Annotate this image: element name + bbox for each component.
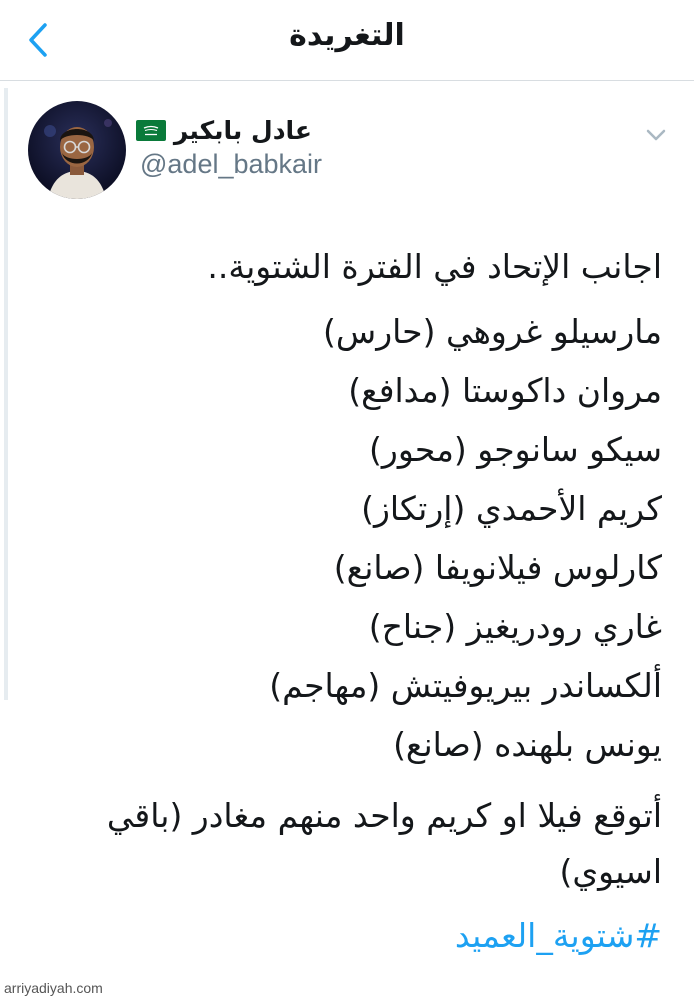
player-item: سيكو سانوجو (محور) (369, 430, 662, 469)
tweet-closing: أتوقع فيلا او كريم واحد منهم مغادر (باقي… (106, 796, 662, 891)
player-item: يونس بلهنده (صانع) (393, 725, 662, 764)
player-item: كريم الأحمدي (إرتكاز) (361, 489, 662, 528)
saudi-flag-icon (135, 120, 166, 141)
tweet-text: اجانب الإتحاد في الفترة الشتوية.. مارسيل… (22, 240, 662, 964)
avatar-image (28, 101, 126, 199)
author-display-name-row[interactable]: عادل بابكير (135, 116, 312, 145)
chevron-down-icon (646, 129, 666, 141)
top-bar: التغريدة (0, 0, 694, 81)
player-item: كارلوس فيلانويفا (صانع) (333, 548, 662, 587)
more-options-button[interactable] (642, 122, 670, 148)
tweet-intro: اجانب الإتحاد في الفترة الشتوية.. (207, 247, 662, 286)
player-item: مروان داكوستا (مدافع) (348, 371, 662, 410)
watermark: arriyadiyah.com (4, 980, 103, 996)
player-item: ألكساندر بيريوفيتش (مهاجم) (269, 666, 662, 705)
player-item: غاري رودريغيز (جناح) (368, 607, 662, 646)
thread-rule (4, 88, 8, 700)
page-title: التغريدة (289, 18, 405, 53)
player-item: مارسيلو غروهي (حارس) (323, 312, 662, 351)
avatar[interactable] (28, 101, 126, 199)
author-handle[interactable]: @adel_babkair (140, 149, 322, 180)
player-list: مارسيلو غروهي (حارس) مروان داكوستا (مداف… (22, 302, 662, 774)
hashtag-link[interactable]: #شتوية_العميد (22, 908, 662, 964)
author-display-name: عادل بابكير (173, 116, 312, 145)
